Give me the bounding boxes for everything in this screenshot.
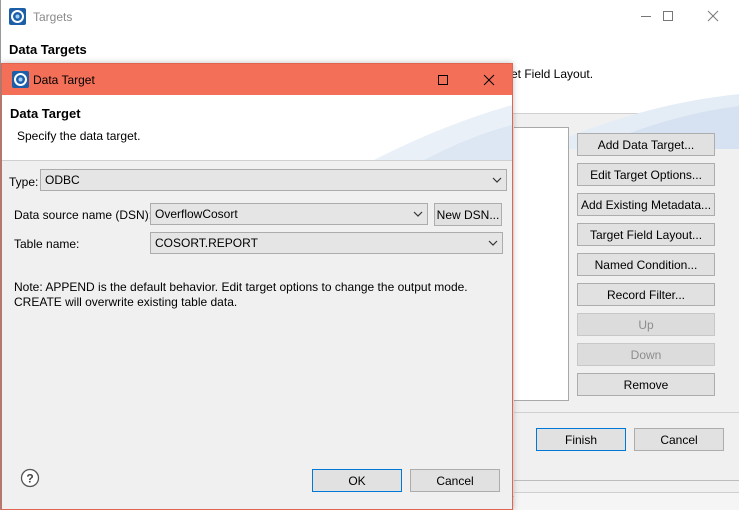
type-select[interactable]: ODBC (40, 169, 507, 191)
append-note: Note: APPEND is the default behavior. Ed… (14, 280, 494, 310)
new-dsn-button[interactable]: New DSN... (434, 203, 502, 226)
targets-cancel-button[interactable]: Cancel (634, 428, 724, 451)
cosort-app-icon (9, 8, 26, 25)
add-data-target-button[interactable]: Add Data Target... (577, 133, 715, 156)
targets-window-title: Targets (33, 10, 73, 24)
close-icon[interactable] (690, 0, 736, 32)
targets-list[interactable] (514, 127, 569, 401)
chevron-down-icon (484, 233, 502, 253)
data-target-header-title: Data Target (10, 106, 81, 121)
data-target-dialog: Data Target Data Target Specify the data… (1, 63, 513, 510)
append-note-line1: Note: APPEND is the default behavior. Ed… (14, 280, 468, 294)
svg-text:?: ? (26, 472, 33, 486)
dsn-select-value: OverflowCosort (155, 207, 238, 221)
table-name-select[interactable]: COSORT.REPORT (150, 232, 503, 254)
target-field-layout-button[interactable]: Target Field Layout... (577, 223, 715, 246)
record-filter-button[interactable]: Record Filter... (577, 283, 715, 306)
remove-button[interactable]: Remove (577, 373, 715, 396)
type-select-value: ODBC (45, 173, 80, 187)
bottom-strip (514, 492, 739, 510)
table-name-select-value: COSORT.REPORT (155, 236, 258, 250)
targets-header-title: Data Targets (9, 42, 87, 57)
maximize-icon[interactable] (420, 64, 466, 95)
bottom-divider (514, 480, 739, 481)
targets-header-desc: et Field Layout. (511, 67, 594, 81)
data-target-titlebar[interactable]: Data Target (2, 64, 512, 95)
targets-titlebar[interactable]: Targets (1, 0, 739, 34)
table-name-label: Table name: (14, 237, 80, 251)
chevron-down-icon (488, 170, 506, 190)
maximize-icon[interactable] (645, 0, 691, 32)
close-icon[interactable] (466, 64, 512, 95)
finish-button[interactable]: Finish (536, 428, 626, 451)
edit-target-options-button[interactable]: Edit Target Options... (577, 163, 715, 186)
help-icon[interactable]: ? (20, 468, 40, 488)
down-button[interactable]: Down (577, 343, 715, 366)
header-swoosh-decoration (373, 105, 512, 160)
type-label: Type: (9, 175, 39, 189)
data-target-header-desc: Specify the data target. (17, 129, 141, 143)
ok-button[interactable]: OK (312, 469, 402, 492)
dsn-select[interactable]: OverflowCosort (150, 203, 428, 225)
named-condition-button[interactable]: Named Condition... (577, 253, 715, 276)
add-existing-metadata-button[interactable]: Add Existing Metadata... (577, 193, 715, 216)
cosort-app-icon (12, 71, 29, 88)
data-target-header: Data Target Specify the data target. (2, 95, 512, 161)
dialog-cancel-button[interactable]: Cancel (410, 469, 500, 492)
dsn-label: Data source name (DSN): (14, 208, 153, 222)
chevron-down-icon (409, 204, 427, 224)
up-button[interactable]: Up (577, 313, 715, 336)
footer-divider (514, 412, 739, 413)
data-target-dialog-title: Data Target (33, 73, 95, 87)
append-note-line2: CREATE will overwrite existing table dat… (14, 295, 238, 309)
